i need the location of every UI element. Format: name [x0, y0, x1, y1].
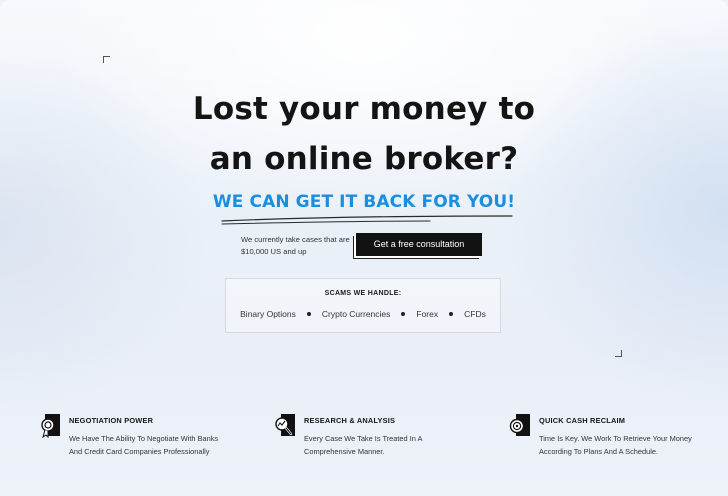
badge-cash-icon — [509, 414, 530, 436]
bullet-dot — [401, 312, 406, 316]
corner-bracket-bottom-right — [615, 350, 622, 357]
scam-item-binary-options: Binary Options — [240, 309, 296, 319]
page: Lost your money to an online broker? WE … — [0, 0, 728, 496]
corner-bracket-top-left — [103, 56, 110, 63]
feature-title: QUICK CASH RECLAIM — [539, 416, 626, 425]
scam-item-cfds: CFDs — [464, 309, 486, 319]
award-ribbon-icon — [41, 414, 60, 438]
bullet-dot — [306, 312, 311, 316]
feature-title: RESEARCH & ANALYSIS — [304, 416, 396, 425]
feature-title: NEGOTIATION POWER — [69, 416, 154, 425]
hero-title-line-2: an online broker? — [209, 141, 519, 177]
feature-description: We Have The Ability To Negotiate With Ba… — [69, 434, 219, 456]
scams-we-handle-panel: SCAMS WE HANDLE: Binary Options Crypto C… — [225, 278, 501, 333]
bullet-dot — [449, 312, 454, 316]
scam-item-crypto-currencies: Crypto Currencies — [321, 309, 391, 319]
scam-item-forex: Forex — [416, 309, 439, 319]
feature-description: Time Is Key. We Work To Retrieve Your Mo… — [539, 434, 692, 456]
feature-description: Every Case We Take Is Treated In A Compr… — [304, 434, 423, 456]
hero-title-line-1: Lost your money to — [192, 91, 536, 127]
scams-list: Binary Options Crypto Currencies Forex C… — [226, 309, 500, 319]
hero-title: Lost your money to an online broker? — [0, 84, 728, 184]
tagline-underline — [221, 215, 513, 225]
tagline: WE CAN GET IT BACK FOR YOU! — [212, 192, 516, 212]
cases-threshold-note: We currently take cases that are $10,000… — [241, 235, 350, 256]
free-consultation-button[interactable]: Get a free consultation — [356, 233, 482, 256]
chart-magnifier-icon — [275, 414, 295, 436]
scams-title: SCAMS WE HANDLE: — [324, 290, 402, 297]
